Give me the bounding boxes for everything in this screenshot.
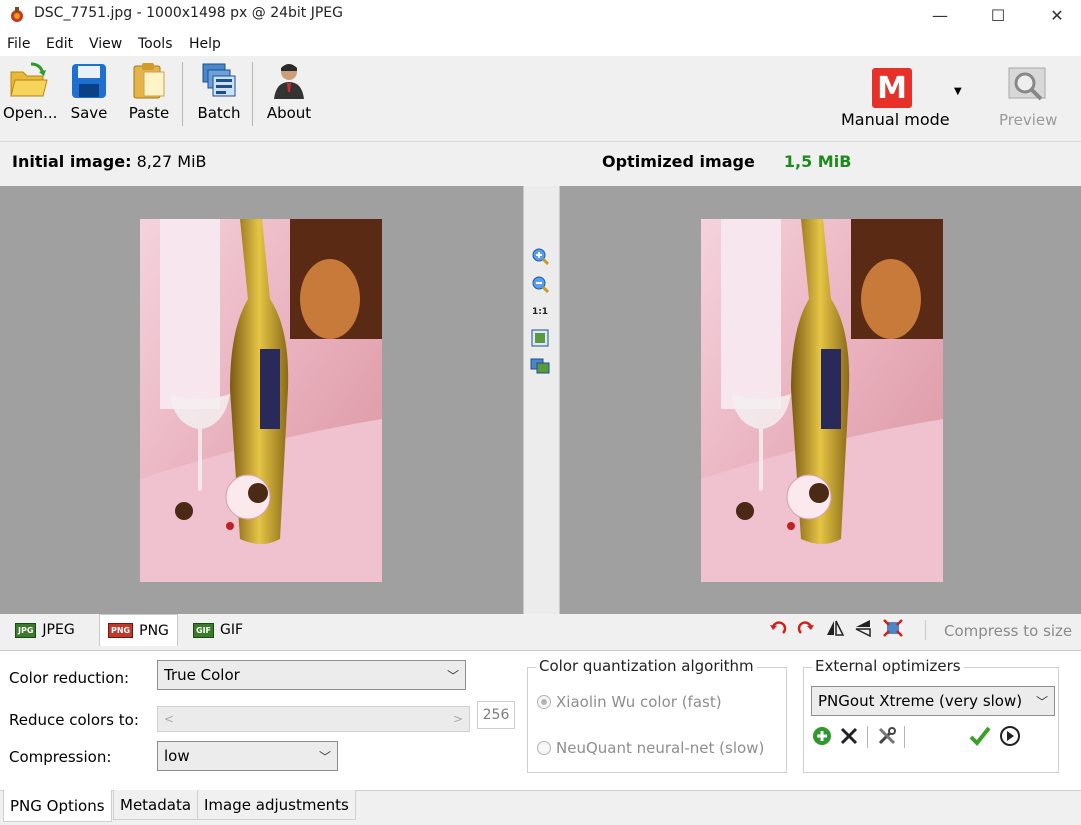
- run-optimizer-icon[interactable]: [999, 725, 1021, 747]
- paste-button[interactable]: Paste: [126, 62, 172, 122]
- toolbar-separator: [252, 62, 253, 126]
- external-optimizer-value: PNGout Xtreme (very slow): [818, 692, 1023, 710]
- rotate-left-icon[interactable]: [767, 618, 789, 638]
- reduce-colors-value: 256: [477, 701, 515, 729]
- external-optimizers-title: External optimizers: [812, 657, 964, 675]
- initial-image-pane[interactable]: [0, 186, 523, 614]
- slider-left-arrow-icon: <: [164, 712, 175, 726]
- batch-images-icon: [202, 63, 236, 97]
- window-title: DSC_7751.jpg - 1000x1498 px @ 24bit JPEG: [34, 5, 343, 21]
- optimized-image-pane[interactable]: [560, 186, 1081, 614]
- clipboard-icon: [133, 63, 165, 99]
- close-button[interactable]: ✕: [1034, 0, 1080, 30]
- mode-dropdown-arrow[interactable]: ▼: [954, 86, 962, 97]
- manual-mode-icon[interactable]: M: [872, 68, 912, 108]
- png-format-icon: PNG: [108, 623, 134, 638]
- tab-gif[interactable]: GIF GIF: [185, 615, 251, 645]
- chevron-down-icon: ﹀: [318, 749, 331, 764]
- preview-icon[interactable]: [1007, 66, 1047, 110]
- compression-value: low: [164, 747, 190, 765]
- maximize-button[interactable]: ☐: [975, 0, 1021, 30]
- tab-metadata[interactable]: Metadata: [113, 790, 199, 820]
- color-quantization-group: Color quantization algorithm: [527, 657, 787, 773]
- jpeg-format-icon: JPG: [15, 622, 37, 638]
- toolbar-separator: [182, 62, 183, 126]
- tab-image-adjustments[interactable]: Image adjustments: [197, 790, 356, 820]
- color-quantization-title: Color quantization algorithm: [536, 657, 757, 675]
- about-button[interactable]: About: [264, 62, 314, 122]
- batch-label: Batch: [197, 104, 241, 122]
- flip-horizontal-icon[interactable]: [824, 618, 846, 638]
- fit-to-window-icon[interactable]: [529, 328, 551, 348]
- tab-jpeg-label: JPEG: [42, 622, 75, 638]
- tab-jpeg[interactable]: JPG JPEG: [7, 615, 83, 645]
- action-separator: [925, 620, 926, 640]
- save-button[interactable]: Save: [68, 62, 110, 122]
- about-label: About: [266, 104, 312, 122]
- ext-separator: [904, 726, 905, 748]
- ext-separator: [867, 726, 868, 748]
- zoom-actual-size-button[interactable]: 1:1: [529, 302, 551, 322]
- compression-select[interactable]: low ﹀: [157, 741, 338, 771]
- open-label: Open...: [3, 104, 58, 122]
- person-icon: [274, 64, 304, 99]
- save-label: Save: [70, 104, 108, 122]
- crop-icon[interactable]: [882, 618, 904, 638]
- menu-view[interactable]: View: [89, 36, 122, 52]
- flip-vertical-icon[interactable]: [853, 618, 875, 638]
- app-icon: [8, 6, 26, 24]
- floppy-disk-icon: [72, 64, 106, 98]
- optimized-image-label: Optimized image: [602, 152, 755, 171]
- gif-format-icon: GIF: [193, 622, 215, 638]
- radio-selected-icon: [537, 695, 551, 709]
- manual-mode-label[interactable]: Manual mode: [841, 110, 950, 129]
- menu-tools[interactable]: Tools: [138, 36, 173, 52]
- reduce-colors-slider[interactable]: < >: [157, 706, 470, 732]
- compress-to-size-button[interactable]: Compress to size: [944, 622, 1072, 640]
- rotate-right-icon[interactable]: [795, 618, 817, 638]
- optimizer-settings-icon[interactable]: [876, 725, 898, 747]
- external-optimizers-group: External optimizers: [803, 657, 1059, 773]
- tab-png-label: PNG: [139, 622, 169, 639]
- quant-option-neuquant[interactable]: NeuQuant neural-net (slow): [537, 739, 764, 757]
- tab-png-options[interactable]: PNG Options: [3, 790, 112, 822]
- add-optimizer-icon[interactable]: [811, 725, 833, 747]
- minimize-button[interactable]: —: [917, 0, 963, 30]
- folder-open-icon: [10, 62, 48, 97]
- chevron-down-icon: ﹀: [1035, 694, 1048, 709]
- quant-option-neuquant-label: NeuQuant neural-net (slow): [556, 739, 765, 757]
- menu-edit[interactable]: Edit: [46, 36, 73, 52]
- menu-help[interactable]: Help: [189, 36, 221, 52]
- open-button[interactable]: Open...: [3, 62, 58, 122]
- menu-file[interactable]: File: [7, 36, 30, 52]
- optimized-image-photo: [701, 219, 943, 582]
- quant-option-xiaolin-label: Xiaolin Wu color (fast): [556, 693, 722, 711]
- chevron-down-icon: ﹀: [446, 668, 459, 683]
- zoom-in-icon[interactable]: [529, 246, 551, 266]
- optimized-image-header: Optimized image 1,5 MiB: [602, 152, 851, 171]
- color-reduction-select[interactable]: True Color ﹀: [157, 660, 466, 690]
- initial-image-size: 8,27 MiB: [136, 152, 207, 171]
- zoom-out-icon[interactable]: [529, 274, 551, 294]
- compare-view-icon[interactable]: [529, 356, 551, 376]
- remove-optimizer-icon[interactable]: [838, 725, 860, 747]
- initial-image-label: Initial image:: [12, 152, 132, 171]
- apply-check-icon[interactable]: [969, 725, 991, 747]
- initial-image-photo: [140, 219, 382, 582]
- compression-label: Compression:: [9, 748, 112, 766]
- preview-label[interactable]: Preview: [999, 111, 1057, 129]
- optimized-image-size: 1,5 MiB: [783, 152, 852, 171]
- batch-button[interactable]: Batch: [196, 62, 242, 122]
- color-reduction-value: True Color: [164, 666, 240, 684]
- external-optimizer-select[interactable]: PNGout Xtreme (very slow) ﹀: [811, 686, 1055, 716]
- tab-gif-label: GIF: [220, 622, 244, 638]
- tab-png[interactable]: PNG PNG: [99, 614, 178, 646]
- quant-option-xiaolin[interactable]: Xiaolin Wu color (fast): [537, 693, 722, 711]
- paste-label: Paste: [128, 104, 170, 122]
- radio-unselected-icon: [537, 741, 551, 755]
- initial-image-header: Initial image: 8,27 MiB: [12, 152, 207, 171]
- slider-right-arrow-icon: >: [452, 712, 463, 726]
- reduce-colors-label: Reduce colors to:: [9, 711, 139, 729]
- color-reduction-label: Color reduction:: [9, 669, 130, 687]
